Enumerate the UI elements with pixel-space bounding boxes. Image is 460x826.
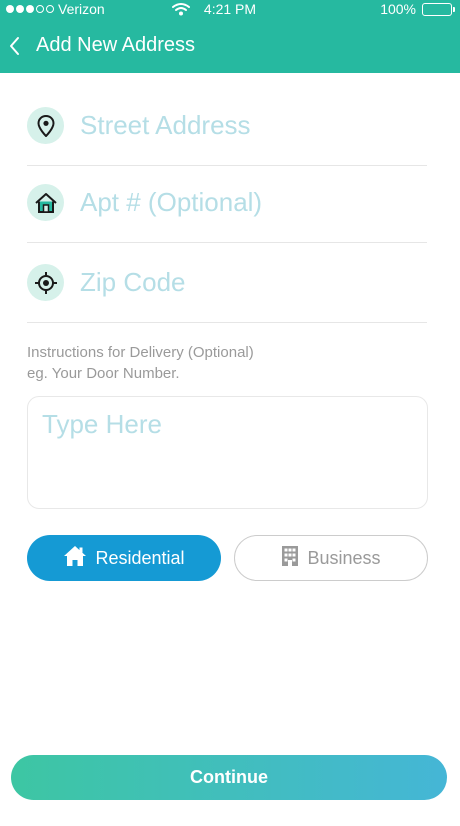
apt-input[interactable] bbox=[80, 187, 410, 218]
residential-button[interactable]: Residential bbox=[27, 535, 221, 581]
instructions-hint: eg. Your Door Number. bbox=[27, 365, 180, 382]
battery-percent: 100% bbox=[380, 1, 416, 17]
street-address-field bbox=[27, 86, 427, 166]
status-bar: Verizon 4:21 PM 100% bbox=[0, 0, 460, 20]
crosshair-icon bbox=[27, 264, 64, 301]
residential-label: Residential bbox=[95, 547, 185, 568]
delivery-instructions-input[interactable] bbox=[28, 397, 427, 508]
zip-code-input[interactable] bbox=[80, 267, 410, 298]
delivery-instructions-label: Instructions for Delivery (Optional) eg.… bbox=[27, 342, 427, 384]
apt-field bbox=[27, 163, 427, 243]
house-icon bbox=[63, 545, 87, 572]
business-label: Business bbox=[307, 547, 381, 568]
back-button[interactable] bbox=[6, 32, 26, 60]
status-bar-right: 100% bbox=[380, 1, 455, 17]
street-address-input[interactable] bbox=[80, 110, 410, 141]
chevron-left-icon bbox=[10, 37, 19, 55]
delivery-instructions-box bbox=[27, 396, 428, 509]
nav-bar: Add New Address bbox=[0, 20, 460, 73]
location-pin-icon bbox=[27, 107, 64, 144]
page-title: Add New Address bbox=[36, 34, 195, 56]
wifi-icon bbox=[172, 2, 190, 19]
business-button[interactable]: Business bbox=[234, 535, 428, 581]
battery-icon bbox=[422, 2, 455, 16]
zip-code-field bbox=[27, 243, 427, 323]
home-icon bbox=[27, 184, 64, 221]
instructions-label: Instructions for Delivery (Optional) bbox=[27, 344, 254, 361]
continue-button[interactable]: Continue bbox=[11, 755, 447, 800]
building-icon bbox=[281, 545, 299, 572]
